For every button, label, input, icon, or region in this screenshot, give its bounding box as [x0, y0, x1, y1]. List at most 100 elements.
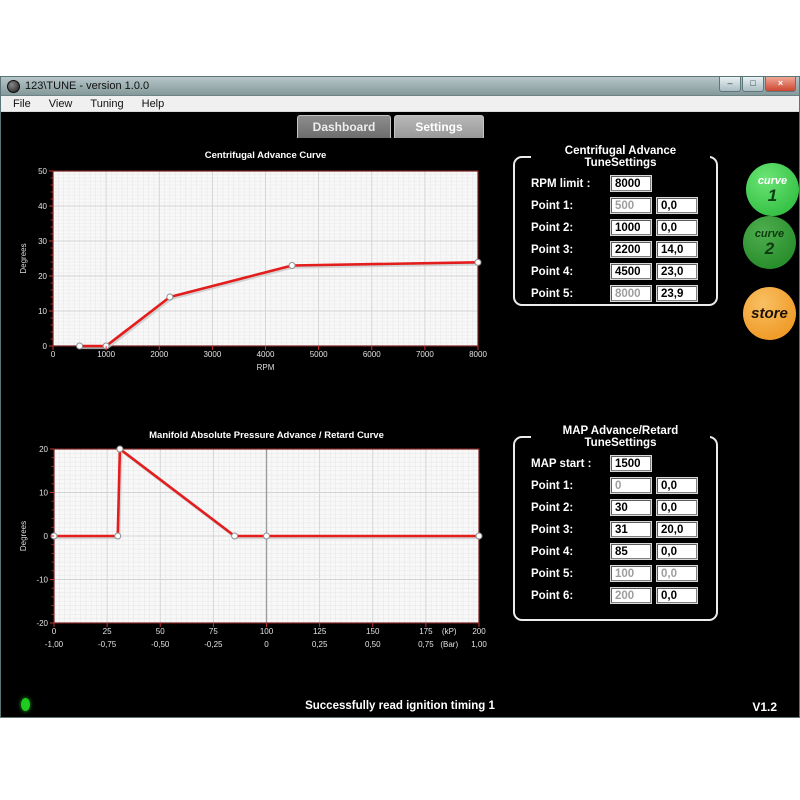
settings-row: Point 6:: [531, 587, 710, 604]
svg-text:10: 10: [38, 307, 47, 316]
panel-title: MAP Advance/Retard TuneSettings: [531, 425, 710, 449]
button-label: 2: [765, 240, 774, 257]
menu-item-file[interactable]: File: [4, 97, 40, 111]
svg-text:Manifold Absolute Pressure Adv: Manifold Absolute Pressure Advance / Ret…: [149, 430, 384, 441]
tab-settings[interactable]: Settings: [394, 115, 484, 138]
svg-text:100: 100: [260, 627, 274, 636]
settings-row: Point 1:: [531, 477, 710, 494]
svg-text:Degrees: Degrees: [19, 521, 28, 551]
svg-text:RPM: RPM: [257, 363, 275, 372]
svg-text:(kP): (kP): [442, 627, 457, 636]
tab-bar: Dashboard Settings: [297, 115, 484, 138]
point-value-input[interactable]: [657, 286, 697, 301]
point-value-input[interactable]: [657, 220, 697, 235]
svg-text:6000: 6000: [363, 350, 381, 359]
point-value-input: [611, 588, 651, 603]
svg-text:0,25: 0,25: [312, 640, 328, 649]
store-button[interactable]: store: [743, 287, 796, 340]
tab-dashboard[interactable]: Dashboard: [297, 115, 391, 138]
point-value-input[interactable]: [657, 198, 697, 213]
point-value-input[interactable]: [657, 242, 697, 257]
settings-row: Point 5:: [531, 565, 710, 582]
panel-title: Centrifugal Advance TuneSettings: [531, 145, 710, 169]
svg-text:20: 20: [38, 272, 47, 281]
app-icon: [7, 80, 20, 93]
point-value-input: [611, 478, 651, 493]
point-label: Point 2:: [531, 502, 611, 514]
svg-text:175: 175: [419, 627, 433, 636]
client-area: Dashboard Settings 0 1000 2000 3000 4000 50 0 0…: [1, 112, 799, 717]
svg-text:50: 50: [38, 167, 47, 176]
settings-row: Point 3:: [531, 241, 710, 258]
point-value-input[interactable]: [657, 264, 697, 279]
close-icon[interactable]: ×: [765, 77, 796, 92]
svg-text:10: 10: [39, 489, 48, 498]
point-label: Point 3:: [531, 244, 611, 256]
curve-2-button[interactable]: curve2: [743, 216, 796, 269]
point-label: Point 5:: [531, 568, 611, 580]
point-label: RPM limit :: [531, 178, 611, 190]
svg-text:4000: 4000: [257, 350, 275, 359]
minimize-icon[interactable]: –: [719, 77, 741, 92]
svg-text:30: 30: [38, 237, 47, 246]
point-value-input[interactable]: [657, 478, 697, 493]
svg-text:8000: 8000: [469, 350, 487, 359]
point-value-input[interactable]: [611, 456, 651, 471]
svg-text:3000: 3000: [203, 350, 221, 359]
button-label: curve: [755, 229, 784, 240]
svg-text:-20: -20: [36, 619, 48, 628]
svg-text:(Bar): (Bar): [440, 640, 458, 649]
window-title: 123\TUNE - version 1.0.0: [25, 80, 149, 92]
point-value-input[interactable]: [611, 544, 651, 559]
point-value-input[interactable]: [657, 522, 697, 537]
point-value-input: [611, 286, 651, 301]
map-advance-retard-chart: 0-1,0025-0,7550-0,5075-0,2510001250,2515…: [17, 426, 495, 666]
menu-item-help[interactable]: Help: [133, 97, 174, 111]
menu-item-view[interactable]: View: [40, 97, 82, 111]
app-window: 123\TUNE - version 1.0.0 – □ × File View…: [0, 76, 800, 718]
point-value-input: [611, 566, 651, 581]
svg-text:0: 0: [52, 627, 57, 636]
version-label: V1.2: [752, 700, 777, 714]
point-value-input[interactable]: [611, 176, 651, 191]
svg-text:-0,50: -0,50: [151, 640, 170, 649]
title-bar[interactable]: 123\TUNE - version 1.0.0 – □ ×: [1, 77, 799, 96]
point-value-input[interactable]: [611, 220, 651, 235]
svg-text:0,50: 0,50: [365, 640, 381, 649]
point-value-input: [611, 198, 651, 213]
point-value-input[interactable]: [657, 544, 697, 559]
curve-1-button[interactable]: curve1: [746, 163, 799, 216]
point-value-input[interactable]: [611, 242, 651, 257]
point-value-input[interactable]: [611, 522, 651, 537]
svg-text:-10: -10: [36, 576, 48, 585]
svg-text:25: 25: [103, 627, 112, 636]
svg-text:0: 0: [264, 640, 269, 649]
button-label: 1: [768, 187, 777, 204]
svg-text:40: 40: [38, 202, 47, 211]
maximize-icon[interactable]: □: [742, 77, 764, 92]
point-label: Point 6:: [531, 590, 611, 602]
svg-text:2000: 2000: [150, 350, 168, 359]
svg-text:0,75: 0,75: [418, 640, 434, 649]
svg-text:150: 150: [366, 627, 380, 636]
point-value-input[interactable]: [657, 588, 697, 603]
centrifugal-advance-chart: 0100020003000400050006000700080000102030…: [17, 147, 495, 375]
settings-row: Point 4:: [531, 543, 710, 560]
svg-text:50: 50: [156, 627, 165, 636]
centrifugal-settings-fieldset: Centrifugal Advance TuneSettings RPM lim…: [513, 145, 718, 306]
point-value-input[interactable]: [657, 500, 697, 515]
svg-text:1000: 1000: [97, 350, 115, 359]
settings-row: Point 2:: [531, 219, 710, 236]
menu-item-tuning[interactable]: Tuning: [81, 97, 132, 111]
point-label: Point 4:: [531, 546, 611, 558]
point-value-input[interactable]: [611, 264, 651, 279]
button-label: curve: [758, 176, 787, 187]
point-label: Point 1:: [531, 480, 611, 492]
point-value-input[interactable]: [611, 500, 651, 515]
settings-row: Point 5:: [531, 285, 710, 302]
settings-row: Point 2:: [531, 499, 710, 516]
button-label: store: [751, 306, 788, 321]
svg-text:20: 20: [39, 445, 48, 454]
svg-text:-1,00: -1,00: [45, 640, 64, 649]
settings-row: RPM limit :: [531, 175, 710, 192]
